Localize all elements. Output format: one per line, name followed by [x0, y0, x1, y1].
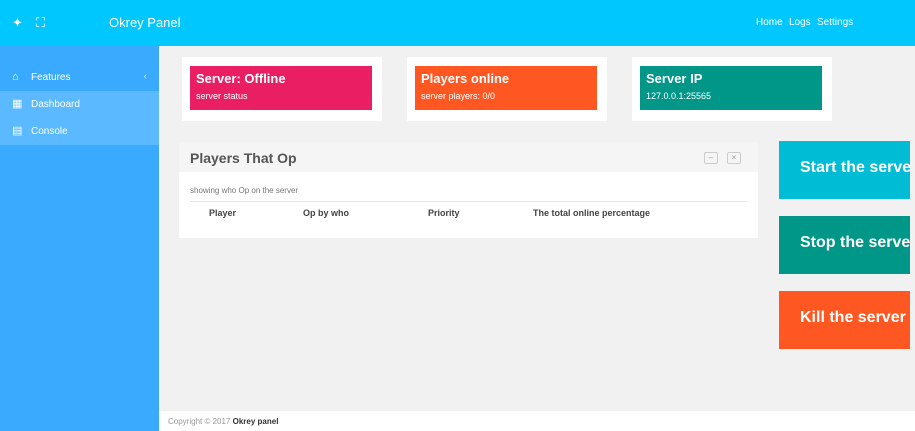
table-header-online-percentage: The total online percentage	[533, 208, 651, 218]
panel-subtitle: showing who Op on the server	[190, 186, 299, 195]
footer-text: Copyright © 2017 Okrey panel	[168, 417, 278, 426]
sidebar-item-console[interactable]: ▤ Console	[0, 118, 159, 145]
panel-header: Players That Op – ×	[179, 142, 758, 172]
start-server-button[interactable]: Start the server	[779, 141, 910, 199]
table-header-priority: Priority	[428, 208, 460, 218]
menu-toggle-icon[interactable]: ✦	[12, 15, 23, 31]
table-header-op-by: Op by who	[303, 208, 349, 218]
status-card-body: Server IP 127.0.0.1:25565	[640, 66, 822, 110]
status-card-server: Server: Offline server status	[182, 57, 382, 121]
card-value: 127.0.0.1:25565	[646, 91, 712, 101]
close-icon[interactable]: ×	[727, 152, 741, 164]
status-card-body: Server: Offline server status	[190, 66, 372, 110]
chevron-left-icon: ‹	[143, 71, 147, 82]
sidebar-item-label: Console	[31, 126, 68, 137]
panel-title: Players That Op	[190, 150, 297, 166]
footer: Copyright © 2017 Okrey panel	[159, 411, 915, 431]
card-title: Server IP	[646, 71, 703, 86]
table-header-player: Player	[209, 208, 237, 218]
status-card-ip: Server IP 127.0.0.1:25565	[632, 57, 832, 121]
sidebar-item-features[interactable]: ⌂ Features ‹	[0, 64, 159, 91]
copyright-text: Copyright © 2017	[168, 417, 231, 426]
status-card-players: Players online server players: 0/0	[407, 57, 607, 121]
kill-server-button[interactable]: Kill the server	[779, 291, 910, 349]
top-bar: ✦ ⛶ Okrey Panel Home Logs Settings	[0, 0, 915, 46]
sidebar-item-dashboard[interactable]: ▦ Dashboard	[0, 91, 159, 118]
divider	[190, 201, 747, 202]
card-title: Server: Offline	[196, 71, 286, 86]
collapse-icon[interactable]: –	[704, 152, 718, 164]
players-panel: Players That Op – × showing who Op on th…	[179, 142, 758, 238]
button-label: Start the server	[800, 159, 910, 176]
console-icon: ▤	[12, 125, 23, 137]
card-value: server status	[196, 91, 248, 101]
status-card-body: Players online server players: 0/0	[415, 66, 597, 110]
button-label: Stop the server	[800, 234, 910, 251]
nav-link-home[interactable]: Home	[756, 17, 783, 28]
stop-server-button[interactable]: Stop the server	[779, 216, 910, 274]
sidebar-item-label: Dashboard	[31, 99, 80, 110]
nav-link-logs[interactable]: Logs	[789, 17, 811, 28]
app-brand[interactable]: Okrey Panel	[109, 15, 181, 30]
sidebar: ⌂ Features ‹ ▦ Dashboard ▤ Console	[0, 46, 159, 431]
footer-brand-link[interactable]: Okrey panel	[233, 417, 279, 426]
sidebar-item-label: Features	[31, 72, 71, 83]
dashboard-icon: ▦	[12, 98, 23, 110]
card-value: server players: 0/0	[421, 91, 496, 101]
nav-link-settings[interactable]: Settings	[817, 17, 853, 28]
fullscreen-icon[interactable]: ⛶	[36, 15, 45, 31]
button-label: Kill the server	[800, 309, 906, 326]
home-icon: ⌂	[12, 71, 19, 83]
card-title: Players online	[421, 71, 510, 86]
